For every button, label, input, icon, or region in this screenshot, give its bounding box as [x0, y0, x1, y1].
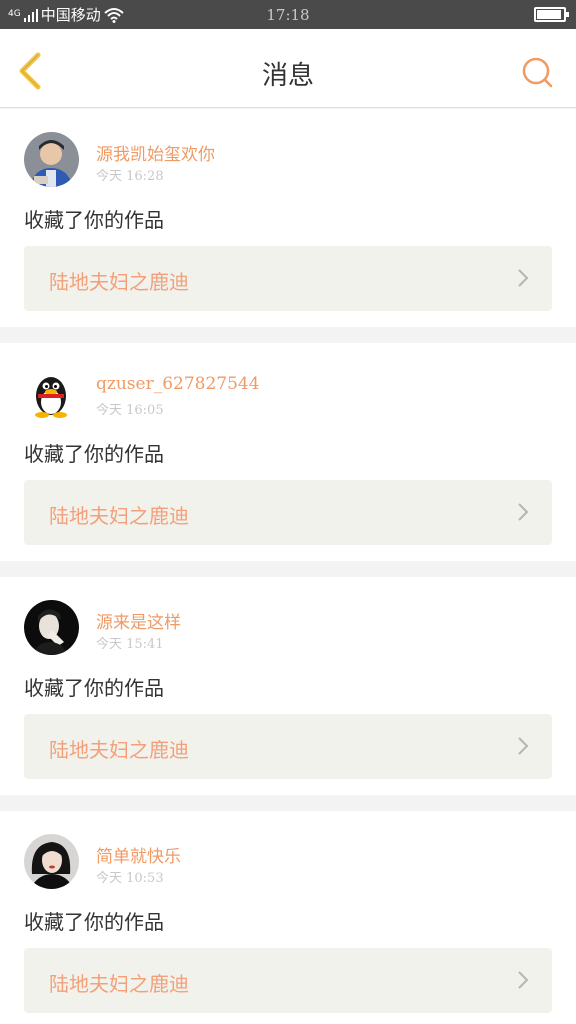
- search-icon[interactable]: [520, 55, 554, 89]
- message-item: qzuser_627827544 今天 16:05 收藏了你的作品 陆地夫妇之鹿…: [0, 343, 576, 561]
- work-title: 陆地夫妇之鹿迪: [49, 738, 189, 762]
- user-name[interactable]: 源我凯始玺欢你: [96, 140, 215, 165]
- chevron-right-icon: [518, 269, 529, 287]
- work-title: 陆地夫妇之鹿迪: [49, 504, 189, 528]
- message-list: 源我凯始玺欢你 今天 16:28 收藏了你的作品 陆地夫妇之鹿迪 qzuser_…: [0, 109, 576, 1024]
- avatar[interactable]: [24, 132, 79, 187]
- work-title: 陆地夫妇之鹿迪: [49, 972, 189, 996]
- work-title: 陆地夫妇之鹿迪: [49, 270, 189, 294]
- message-time: 今天 16:28: [96, 169, 164, 184]
- user-name[interactable]: 简单就快乐: [96, 842, 181, 867]
- chevron-right-icon: [518, 737, 529, 755]
- avatar[interactable]: [24, 366, 79, 421]
- battery-icon: [534, 7, 569, 22]
- avatar[interactable]: [24, 600, 79, 655]
- message-time: 今天 10:53: [96, 871, 164, 886]
- chevron-right-icon: [518, 971, 529, 989]
- page-title: 消息: [261, 61, 314, 91]
- work-link[interactable]: 陆地夫妇之鹿迪: [24, 246, 552, 311]
- message-action: 收藏了你的作品: [24, 208, 164, 232]
- work-link[interactable]: 陆地夫妇之鹿迪: [24, 714, 552, 779]
- status-time: 17:18: [266, 6, 310, 24]
- chevron-right-icon: [518, 503, 529, 521]
- work-link[interactable]: 陆地夫妇之鹿迪: [24, 948, 552, 1013]
- message-item: 简单就快乐 今天 10:53 收藏了你的作品 陆地夫妇之鹿迪: [0, 811, 576, 1024]
- message-action: 收藏了你的作品: [24, 676, 164, 700]
- avatar[interactable]: [24, 834, 79, 889]
- user-name[interactable]: 源来是这样: [96, 608, 181, 633]
- message-time: 今天 15:41: [96, 637, 164, 652]
- status-bar: 4G 中国移动 17:18: [0, 0, 576, 29]
- user-name[interactable]: qzuser_627827544: [96, 374, 260, 394]
- message-item: 源来是这样 今天 15:41 收藏了你的作品 陆地夫妇之鹿迪: [0, 577, 576, 795]
- message-action: 收藏了你的作品: [24, 442, 164, 466]
- message-item: 源我凯始玺欢你 今天 16:28 收藏了你的作品 陆地夫妇之鹿迪: [0, 109, 576, 327]
- message-action: 收藏了你的作品: [24, 910, 164, 934]
- work-link[interactable]: 陆地夫妇之鹿迪: [24, 480, 552, 545]
- nav-bar: 消息: [0, 29, 576, 108]
- message-time: 今天 16:05: [96, 403, 164, 418]
